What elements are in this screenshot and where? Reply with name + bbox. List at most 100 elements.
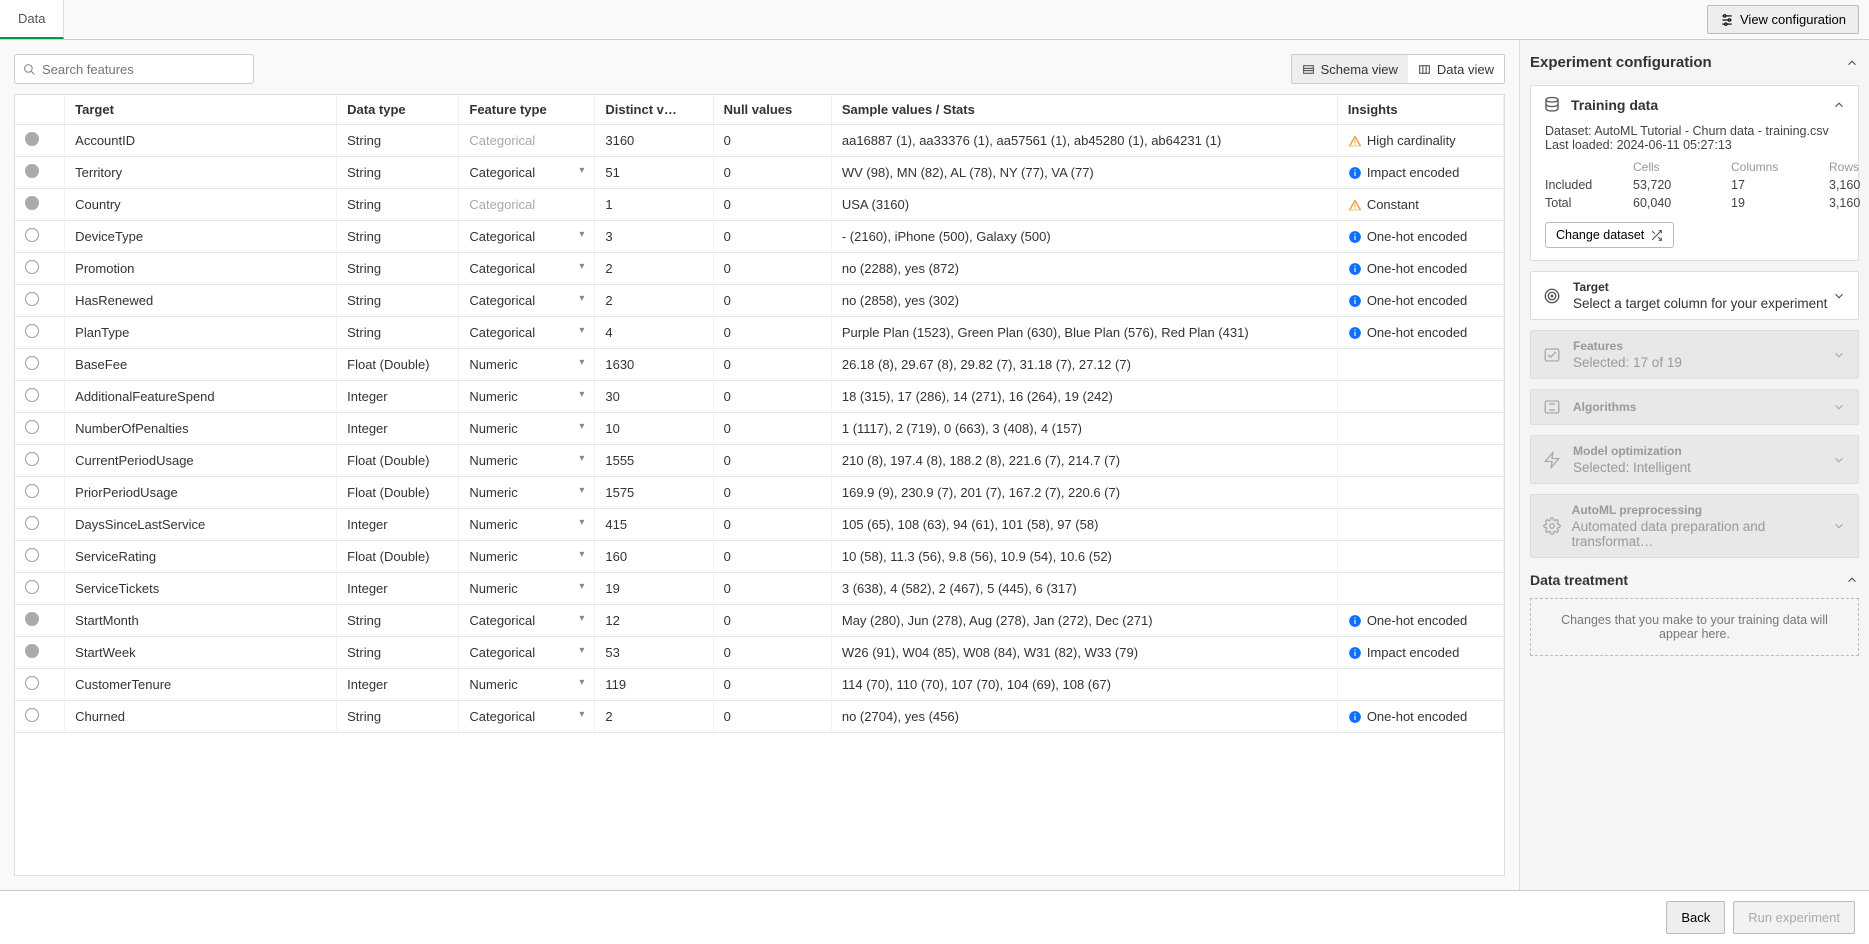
chevron-down-icon[interactable]: ▾ [569,613,584,624]
table-row[interactable]: ChurnedStringCategorical▾20no (2704), ye… [15,701,1504,733]
change-dataset-button[interactable]: Change dataset [1545,222,1674,248]
feature-name: Country [65,189,337,221]
target-radio[interactable] [25,708,39,722]
insight-badge: One-hot encoded [1348,613,1493,628]
back-button[interactable]: Back [1666,901,1725,934]
chevron-down-icon[interactable]: ▾ [569,389,584,400]
table-row[interactable]: DaysSinceLastServiceIntegerNumeric▾41501… [15,509,1504,541]
chevron-down-icon[interactable]: ▾ [569,357,584,368]
chevron-down-icon[interactable]: ▾ [569,165,584,176]
chevron-down-icon[interactable]: ▾ [569,581,584,592]
feature-type[interactable]: Categorical▾ [459,285,595,317]
feature-type[interactable]: Numeric▾ [459,381,595,413]
chevron-down-icon[interactable]: ▾ [569,293,584,304]
target-radio[interactable] [25,260,39,274]
search-input[interactable] [42,62,245,77]
search-features-box[interactable] [14,54,254,84]
chevron-down-icon[interactable]: ▾ [569,677,584,688]
distinct-values: 3160 [595,125,713,157]
table-row[interactable]: CustomerTenureIntegerNumeric▾1190114 (70… [15,669,1504,701]
target-radio[interactable] [25,356,39,370]
target-radio[interactable] [25,516,39,530]
tab-data[interactable]: Data [0,0,64,39]
chevron-up-icon[interactable] [1845,573,1859,587]
feature-type[interactable]: Numeric▾ [459,573,595,605]
feature-type[interactable]: Categorical▾ [459,157,595,189]
feature-type[interactable]: Categorical▾ [459,253,595,285]
target-radio[interactable] [25,228,39,242]
data-type: String [337,317,459,349]
table-row[interactable]: ServiceRatingFloat (Double)Numeric▾16001… [15,541,1504,573]
col-null[interactable]: Null values [713,95,831,125]
data-view-option[interactable]: Data view [1408,55,1504,83]
table-row[interactable]: AccountIDStringCategorical31600aa16887 (… [15,125,1504,157]
table-row[interactable]: StartMonthStringCategorical▾120May (280)… [15,605,1504,637]
feature-type[interactable]: Categorical▾ [459,701,595,733]
col-target[interactable]: Target [65,95,337,125]
chevron-down-icon[interactable]: ▾ [569,709,584,720]
chevron-down-icon[interactable]: ▾ [569,325,584,336]
col-featuretype[interactable]: Feature type [459,95,595,125]
chevron-down-icon[interactable]: ▾ [569,421,584,432]
target-radio[interactable] [25,292,39,306]
feature-type[interactable]: Numeric▾ [459,445,595,477]
target-radio [25,644,39,658]
target-step[interactable]: Target Select a target column for your e… [1530,271,1859,320]
col-datatype[interactable]: Data type [337,95,459,125]
table-row[interactable]: NumberOfPenaltiesIntegerNumeric▾1001 (11… [15,413,1504,445]
data-type: Float (Double) [337,477,459,509]
data-type: String [337,253,459,285]
target-radio[interactable] [25,484,39,498]
feature-name: PlanType [65,317,337,349]
target-radio [25,612,39,626]
feature-type[interactable]: Numeric▾ [459,477,595,509]
chevron-down-icon[interactable]: ▾ [569,549,584,560]
chevron-down-icon[interactable]: ▾ [569,453,584,464]
feature-name: DeviceType [65,221,337,253]
col-sample[interactable]: Sample values / Stats [831,95,1337,125]
table-row[interactable]: DeviceTypeStringCategorical▾30- (2160), … [15,221,1504,253]
chevron-down-icon[interactable]: ▾ [569,517,584,528]
target-radio[interactable] [25,452,39,466]
table-row[interactable]: ServiceTicketsIntegerNumeric▾1903 (638),… [15,573,1504,605]
target-radio[interactable] [25,580,39,594]
view-configuration-button[interactable]: View configuration [1707,5,1859,34]
feature-type[interactable]: Numeric▾ [459,509,595,541]
data-treatment-title: Data treatment [1530,572,1628,588]
target-radio[interactable] [25,676,39,690]
col-distinct[interactable]: Distinct v… [595,95,713,125]
feature-type[interactable]: Numeric▾ [459,349,595,381]
chevron-down-icon[interactable]: ▾ [569,485,584,496]
target-radio[interactable] [25,324,39,338]
schema-view-option[interactable]: Schema view [1292,55,1408,83]
target-radio[interactable] [25,420,39,434]
distinct-values: 119 [595,669,713,701]
table-row[interactable]: HasRenewedStringCategorical▾20no (2858),… [15,285,1504,317]
feature-type[interactable]: Numeric▾ [459,669,595,701]
table-row[interactable]: TerritoryStringCategorical▾510WV (98), M… [15,157,1504,189]
training-data-head[interactable]: Training data [1531,86,1858,124]
feature-type[interactable]: Categorical▾ [459,317,595,349]
col-insights[interactable]: Insights [1337,95,1503,125]
feature-type[interactable]: Categorical▾ [459,605,595,637]
feature-type[interactable]: Numeric▾ [459,541,595,573]
sample-values: USA (3160) [831,189,1337,221]
chevron-down-icon[interactable]: ▾ [569,645,584,656]
table-row[interactable]: CurrentPeriodUsageFloat (Double)Numeric▾… [15,445,1504,477]
target-radio[interactable] [25,388,39,402]
table-row[interactable]: CountryStringCategorical10USA (3160)Cons… [15,189,1504,221]
chevron-up-icon[interactable] [1845,56,1859,70]
target-radio [25,164,39,178]
feature-type[interactable]: Numeric▾ [459,413,595,445]
target-radio[interactable] [25,548,39,562]
table-row[interactable]: BaseFeeFloat (Double)Numeric▾1630026.18 … [15,349,1504,381]
table-row[interactable]: PromotionStringCategorical▾20no (2288), … [15,253,1504,285]
feature-type[interactable]: Categorical▾ [459,637,595,669]
chevron-down-icon[interactable]: ▾ [569,261,584,272]
table-row[interactable]: AdditionalFeatureSpendIntegerNumeric▾300… [15,381,1504,413]
table-row[interactable]: PlanTypeStringCategorical▾40Purple Plan … [15,317,1504,349]
chevron-down-icon[interactable]: ▾ [569,229,584,240]
table-row[interactable]: StartWeekStringCategorical▾530W26 (91), … [15,637,1504,669]
table-row[interactable]: PriorPeriodUsageFloat (Double)Numeric▾15… [15,477,1504,509]
feature-type[interactable]: Categorical▾ [459,221,595,253]
